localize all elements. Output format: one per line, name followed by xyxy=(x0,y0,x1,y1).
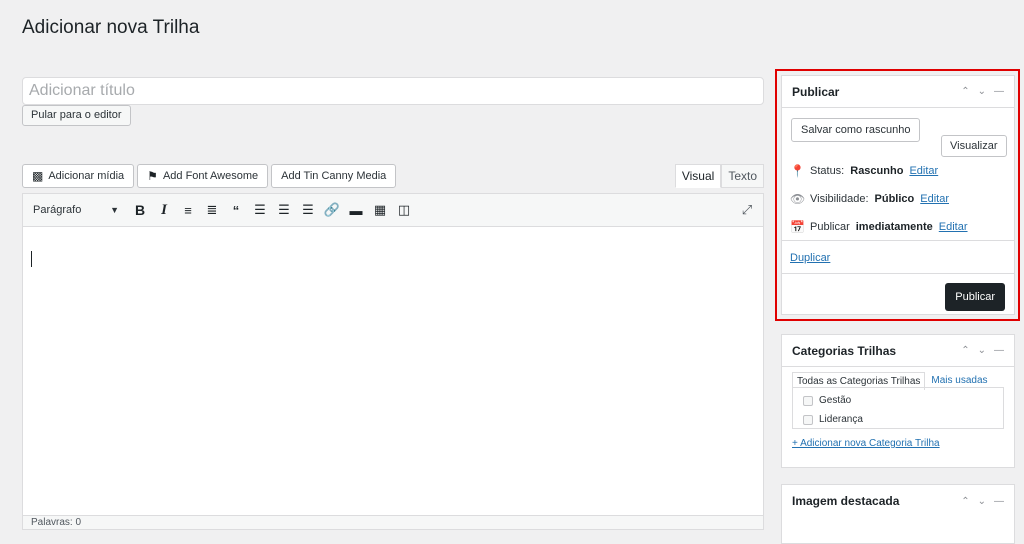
highlight-frame xyxy=(775,69,1020,321)
read-more-icon[interactable]: ▬ xyxy=(345,199,367,221)
category-checkbox[interactable] xyxy=(803,395,813,406)
link-icon[interactable]: 🔗 xyxy=(321,199,343,221)
text-cursor xyxy=(31,251,32,267)
bold-icon[interactable]: B xyxy=(129,199,151,221)
add-tin-canny-button[interactable]: Add Tin Canny Media xyxy=(271,164,397,188)
word-count: Palavras: 0 xyxy=(23,515,763,529)
add-media-button[interactable]: ▩ Adicionar mídia xyxy=(22,164,135,188)
editor-content-area[interactable] xyxy=(23,227,763,515)
add-category-link[interactable]: + Adicionar nova Categoria Trilha xyxy=(792,438,940,449)
editor-mode-tabs: Visual Texto xyxy=(674,164,764,188)
box-controls: ⌃ ⌄ — xyxy=(961,345,1004,356)
chevron-down-icon[interactable]: ⌄ xyxy=(978,345,986,356)
title-input[interactable] xyxy=(22,77,764,105)
category-label: Gestão xyxy=(819,395,852,406)
chevron-up-icon[interactable]: ⌃ xyxy=(961,345,969,356)
tab-text[interactable]: Texto xyxy=(721,164,764,188)
featured-image-box-title: Imagem destacada xyxy=(792,494,900,508)
list-item[interactable]: Gestão xyxy=(803,391,993,410)
list-item[interactable]: Liderança xyxy=(803,410,993,429)
categories-box: Categorias Trilhas ⌃ ⌄ — Todas as Catego… xyxy=(781,334,1015,468)
toolbar-toggle-icon[interactable]: ▦ xyxy=(369,199,391,221)
align-center-icon[interactable]: ☰ xyxy=(273,199,295,221)
featured-image-box-header: Imagem destacada ⌃ ⌄ — xyxy=(782,485,1014,517)
media-icon: ▩ xyxy=(32,169,44,183)
category-label: Liderança xyxy=(819,414,863,425)
collapse-icon[interactable]: — xyxy=(994,345,1004,356)
media-buttons: ▩ Adicionar mídia ⚑ Add Font Awesome Add… xyxy=(22,164,397,188)
expand-icon[interactable]: ⤢ xyxy=(735,199,759,221)
add-media-label: Adicionar mídia xyxy=(48,170,125,182)
align-right-icon[interactable]: ☰ xyxy=(297,199,319,221)
editor-toolbar: Parágrafo ▼ B I ≡ ≣ “ ☰ ☰ ☰ 🔗 ▬ ▦ ◫ ⤢ xyxy=(23,194,763,227)
box-controls: ⌃ ⌄ — xyxy=(961,496,1004,507)
content-editor: Parágrafo ▼ B I ≡ ≣ “ ☰ ☰ ☰ 🔗 ▬ ▦ ◫ ⤢ Pa… xyxy=(22,193,764,530)
featured-image-box: Imagem destacada ⌃ ⌄ — xyxy=(781,484,1015,544)
page-title: Adicionar nova Trilha xyxy=(22,17,200,38)
category-list: Gestão Liderança xyxy=(792,387,1004,429)
flag-icon: ⚑ xyxy=(147,169,158,183)
chevron-down-icon: ▼ xyxy=(110,205,119,215)
categories-box-title: Categorias Trilhas xyxy=(792,343,897,358)
italic-icon[interactable]: I xyxy=(153,199,175,221)
numbered-list-icon[interactable]: ≣ xyxy=(201,199,223,221)
category-checkbox[interactable] xyxy=(803,414,813,425)
categories-box-header: Categorias Trilhas ⌃ ⌄ — xyxy=(782,335,1014,367)
font-awesome-label: Add Font Awesome xyxy=(162,170,259,182)
format-select[interactable]: Parágrafo ▼ xyxy=(27,199,123,221)
collapse-icon[interactable]: — xyxy=(994,496,1004,507)
add-font-awesome-button[interactable]: ⚑ Add Font Awesome xyxy=(137,164,269,188)
monitor-icon[interactable]: ◫ xyxy=(393,199,415,221)
tin-canny-label: Add Tin Canny Media xyxy=(281,170,387,182)
format-select-value: Parágrafo xyxy=(33,204,82,216)
skip-to-editor-button[interactable]: Pular para o editor xyxy=(22,105,131,126)
bullet-list-icon[interactable]: ≡ xyxy=(177,199,199,221)
tab-visual[interactable]: Visual xyxy=(674,164,722,188)
chevron-down-icon[interactable]: ⌄ xyxy=(978,496,986,507)
align-left-icon[interactable]: ☰ xyxy=(249,199,271,221)
chevron-up-icon[interactable]: ⌃ xyxy=(961,496,969,507)
quote-icon[interactable]: “ xyxy=(225,199,247,221)
